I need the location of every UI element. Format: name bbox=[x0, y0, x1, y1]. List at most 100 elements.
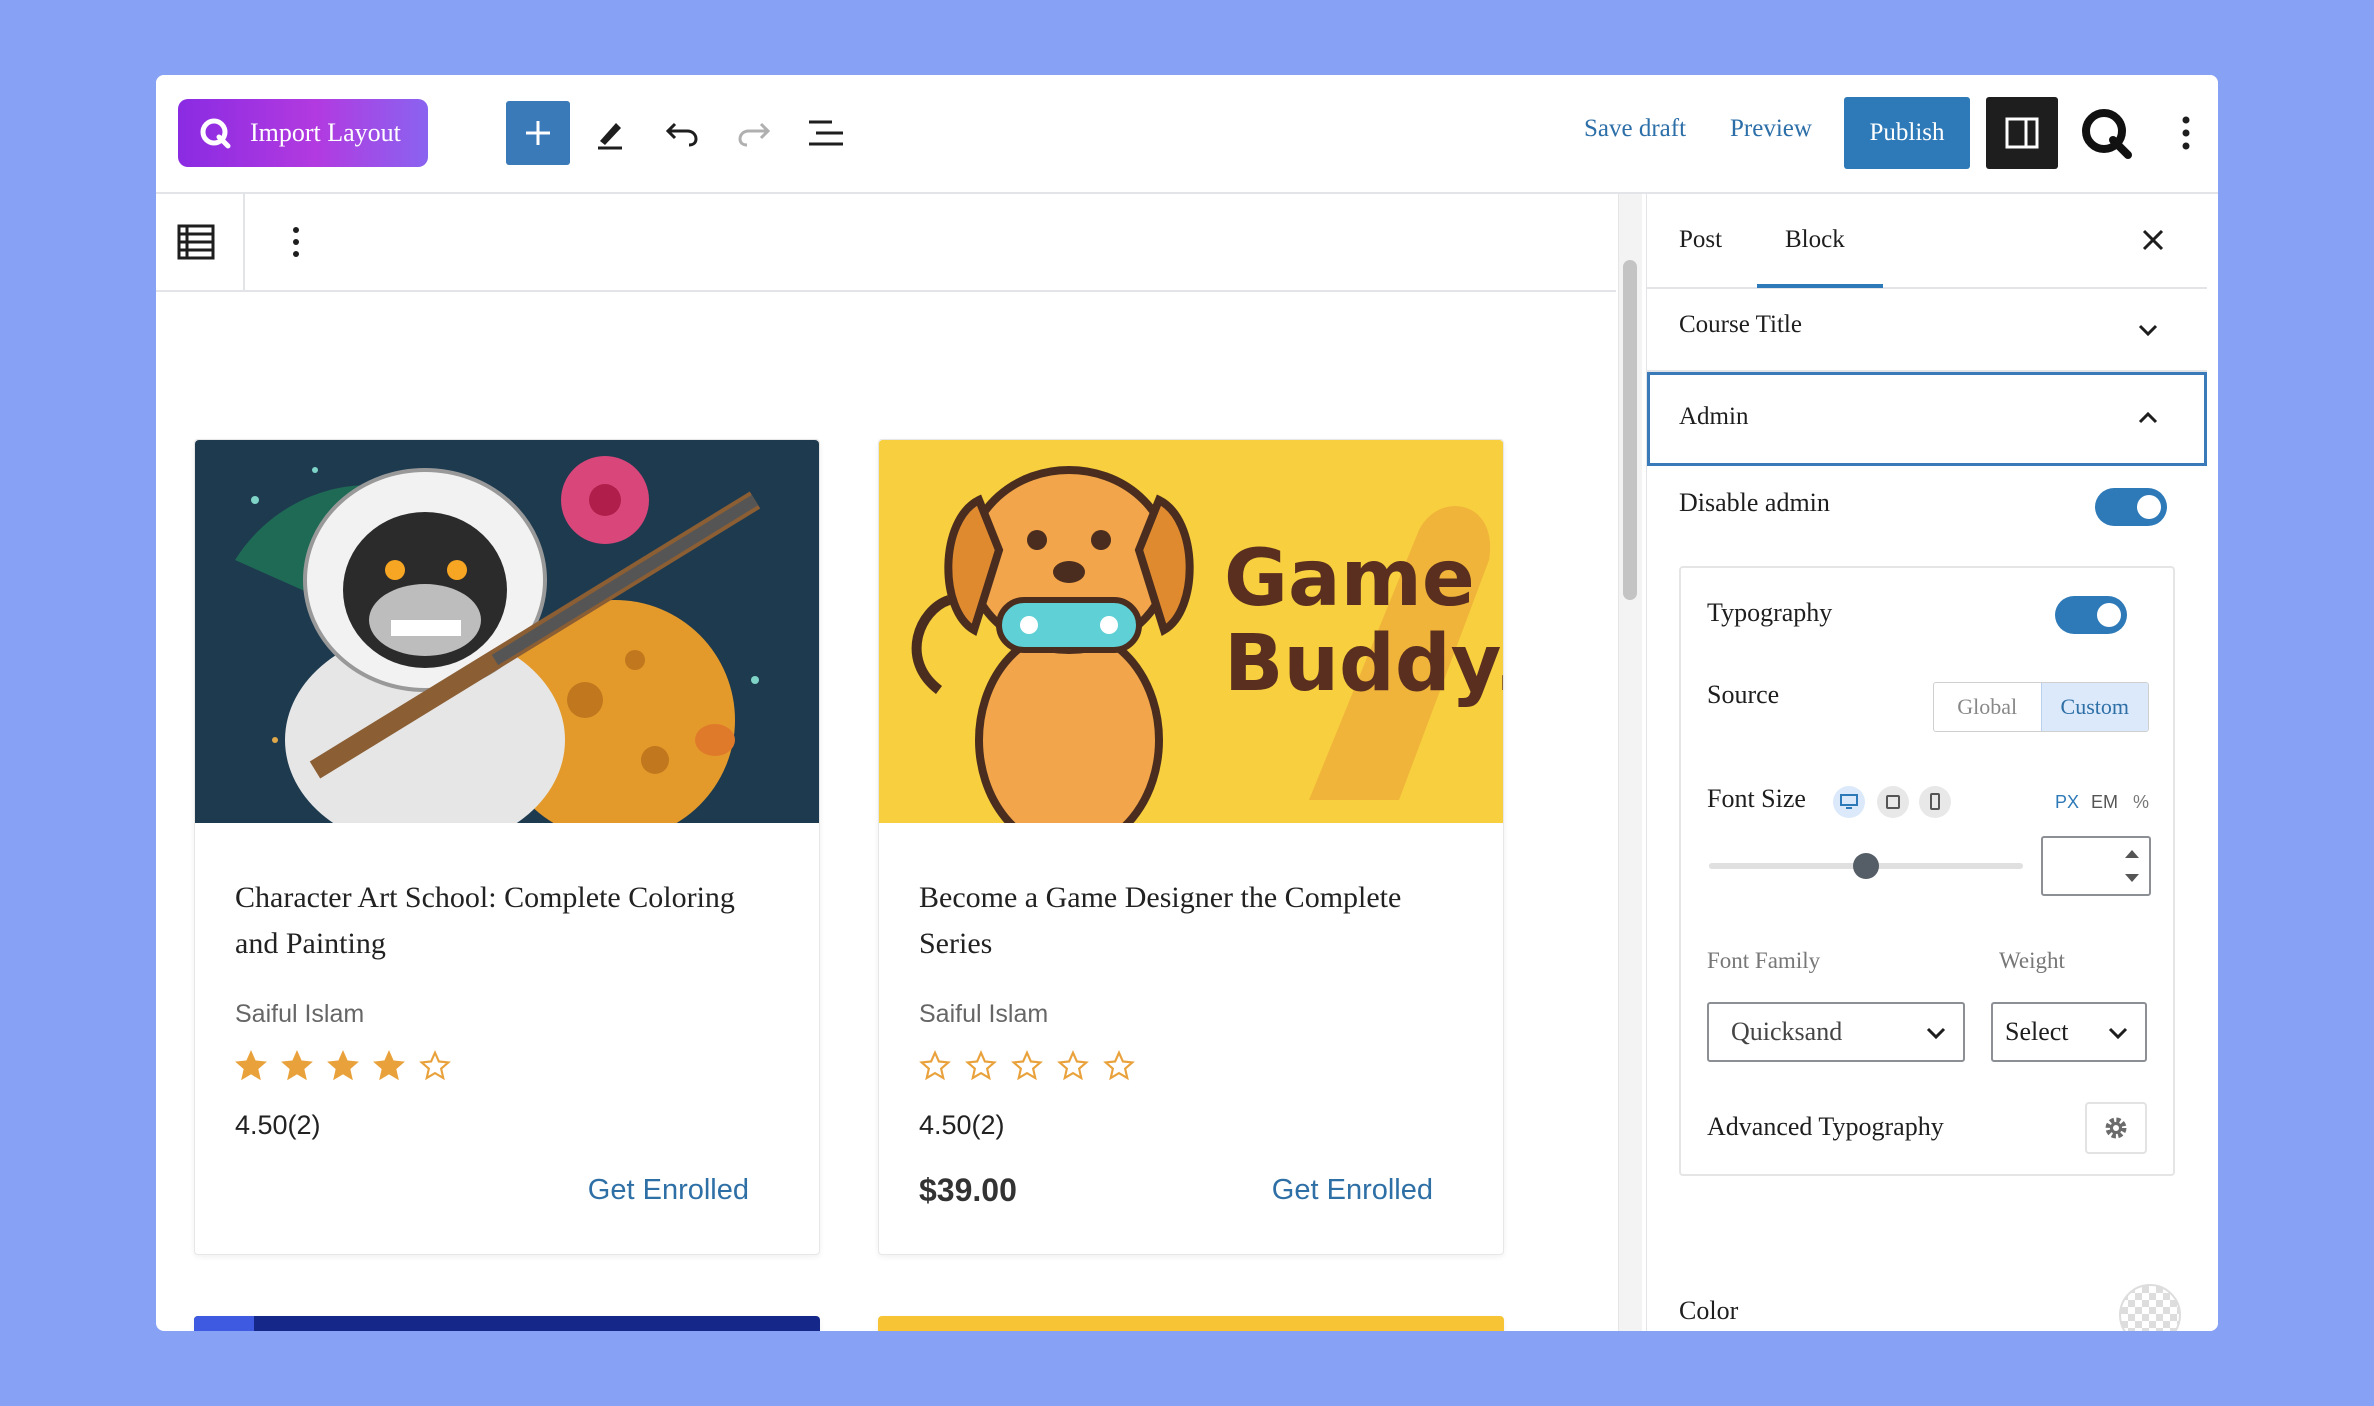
font-family-value: Quicksand bbox=[1731, 1017, 1843, 1046]
settings-sidebar: Post Block Course Title Admin Disable ad… bbox=[1646, 194, 2218, 1331]
star-outline-icon bbox=[1057, 1050, 1089, 1081]
redo-button[interactable] bbox=[726, 105, 782, 161]
undo-icon bbox=[665, 122, 698, 147]
course-title[interactable]: Character Art School: Complete Coloring … bbox=[235, 875, 775, 967]
typography-toggle[interactable] bbox=[2055, 596, 2127, 634]
close-sidebar-button[interactable] bbox=[2133, 220, 2173, 260]
advanced-typography-label: Advanced Typography bbox=[1707, 1112, 1944, 1141]
add-block-button[interactable] bbox=[506, 101, 570, 165]
more-options-button[interactable] bbox=[2168, 105, 2204, 161]
source-label: Source bbox=[1707, 680, 1780, 709]
unit-px-option[interactable]: PX bbox=[2055, 792, 2079, 813]
star-outline-icon bbox=[419, 1050, 451, 1081]
top-toolbar: Import Layout Save draft Preview Publish bbox=[156, 75, 2218, 194]
unit-percent-option[interactable]: % bbox=[2133, 792, 2149, 813]
course-card[interactable]: Game Buddy. Become a Game Designer the C… bbox=[878, 439, 1504, 1255]
get-enrolled-link[interactable]: Get Enrolled bbox=[588, 1174, 749, 1207]
course-title-panel[interactable]: Course Title bbox=[1647, 289, 2207, 372]
qubely-logo-icon bbox=[200, 118, 231, 149]
star-rating bbox=[235, 1050, 451, 1082]
star-filled-icon bbox=[281, 1050, 313, 1081]
decrement-arrow-icon[interactable] bbox=[2125, 874, 2139, 882]
sidebar-tabs: Post Block bbox=[1647, 194, 2207, 289]
tablet-device-button[interactable] bbox=[1877, 786, 1909, 818]
star-rating bbox=[919, 1050, 1135, 1082]
course-card[interactable]: Character Art School: Complete Coloring … bbox=[194, 439, 820, 1255]
close-icon bbox=[2142, 229, 2164, 251]
vertical-dots-icon bbox=[293, 227, 299, 257]
admin-panel-header[interactable]: Admin bbox=[1647, 372, 2207, 466]
document-outline-button[interactable] bbox=[798, 105, 854, 161]
publish-button[interactable]: Publish bbox=[1844, 97, 1970, 169]
plus-icon bbox=[526, 121, 550, 145]
canvas-scrollbar-thumb[interactable] bbox=[1623, 260, 1637, 600]
table-list-icon[interactable] bbox=[176, 222, 216, 262]
typography-label: Typography bbox=[1707, 598, 1833, 627]
chevron-up-icon[interactable] bbox=[2133, 403, 2163, 433]
star-outline-icon bbox=[919, 1050, 951, 1081]
sidebar-panel-icon bbox=[2005, 117, 2039, 149]
slider-handle[interactable] bbox=[1853, 853, 1879, 879]
editor-window: Import Layout Save draft Preview Publish… bbox=[156, 75, 2218, 1331]
typography-box: Typography Source Global Custom Font Siz… bbox=[1679, 566, 2175, 1176]
rating-text: 4.50(2) bbox=[235, 1110, 321, 1140]
pencil-icon bbox=[598, 123, 622, 150]
star-filled-icon bbox=[235, 1050, 267, 1081]
mobile-device-button[interactable] bbox=[1919, 786, 1951, 818]
course-price: $39.00 bbox=[919, 1172, 1017, 1208]
source-segmented-control: Global Custom bbox=[1933, 682, 2149, 732]
panel-title: Course Title bbox=[1679, 311, 1802, 338]
star-filled-icon bbox=[327, 1050, 359, 1081]
save-draft-link[interactable]: Save draft bbox=[1584, 115, 1686, 143]
font-weight-value: Select bbox=[2005, 1017, 2069, 1046]
unit-em-option[interactable]: EM bbox=[2091, 792, 2118, 813]
get-enrolled-link[interactable]: Get Enrolled bbox=[1272, 1174, 1433, 1207]
course-title[interactable]: Become a Game Designer the Complete Seri… bbox=[919, 875, 1459, 967]
course-thumbnail bbox=[195, 440, 819, 823]
weight-label: Weight bbox=[1999, 948, 2065, 973]
preview-link[interactable]: Preview bbox=[1730, 115, 1812, 143]
disable-admin-toggle[interactable] bbox=[2095, 488, 2167, 526]
color-picker-swatch[interactable] bbox=[2119, 1284, 2181, 1331]
course-thumbnail bbox=[194, 1316, 820, 1331]
disable-admin-label: Disable admin bbox=[1679, 488, 1830, 517]
edit-tool-button[interactable] bbox=[582, 105, 638, 161]
tab-block[interactable]: Block bbox=[1785, 226, 1845, 254]
font-family-select[interactable]: Quicksand bbox=[1707, 1002, 1965, 1062]
block-options-button[interactable] bbox=[278, 216, 314, 268]
vertical-dots-icon bbox=[2182, 116, 2190, 150]
qubely-q-icon[interactable] bbox=[2076, 103, 2136, 163]
advanced-typography-button[interactable] bbox=[2085, 1102, 2147, 1154]
course-author: Saiful Islam bbox=[235, 1000, 365, 1028]
course-card[interactable] bbox=[878, 1316, 1504, 1331]
source-custom-option[interactable]: Custom bbox=[2040, 683, 2148, 731]
font-weight-select[interactable]: Select bbox=[1991, 1002, 2147, 1062]
astronaut-gorilla-illustration bbox=[195, 440, 819, 823]
undo-button[interactable] bbox=[654, 105, 710, 161]
chevron-down-icon bbox=[1926, 1027, 1946, 1040]
thumb-text-game: Game bbox=[1224, 534, 1475, 624]
desktop-device-button[interactable] bbox=[1833, 786, 1865, 818]
chevron-down-icon[interactable] bbox=[2133, 315, 2163, 345]
star-outline-icon bbox=[1103, 1050, 1135, 1081]
color-label: Color bbox=[1679, 1296, 1739, 1325]
desktop-icon bbox=[1840, 794, 1858, 809]
star-outline-icon bbox=[1011, 1050, 1043, 1081]
settings-toggle-button[interactable] bbox=[1986, 97, 2058, 169]
tab-post[interactable]: Post bbox=[1679, 226, 1722, 254]
slider-fill bbox=[1709, 863, 1866, 869]
rating-text: 4.50(2) bbox=[919, 1110, 1005, 1140]
import-layout-button[interactable]: Import Layout bbox=[178, 99, 428, 167]
font-family-label: Font Family bbox=[1707, 948, 1821, 973]
course-thumbnail bbox=[878, 1316, 1504, 1331]
font-size-number-input[interactable] bbox=[2041, 836, 2151, 896]
source-global-option[interactable]: Global bbox=[1934, 683, 2041, 731]
list-view-icon bbox=[809, 120, 843, 146]
increment-arrow-icon[interactable] bbox=[2125, 850, 2139, 858]
course-card[interactable] bbox=[194, 1316, 820, 1331]
font-size-slider[interactable] bbox=[1709, 853, 2023, 879]
star-filled-icon bbox=[373, 1050, 405, 1081]
chevron-down-icon bbox=[2108, 1027, 2128, 1040]
editor-canvas: Character Art School: Complete Coloring … bbox=[156, 292, 1616, 1331]
import-layout-label: Import Layout bbox=[250, 118, 401, 147]
